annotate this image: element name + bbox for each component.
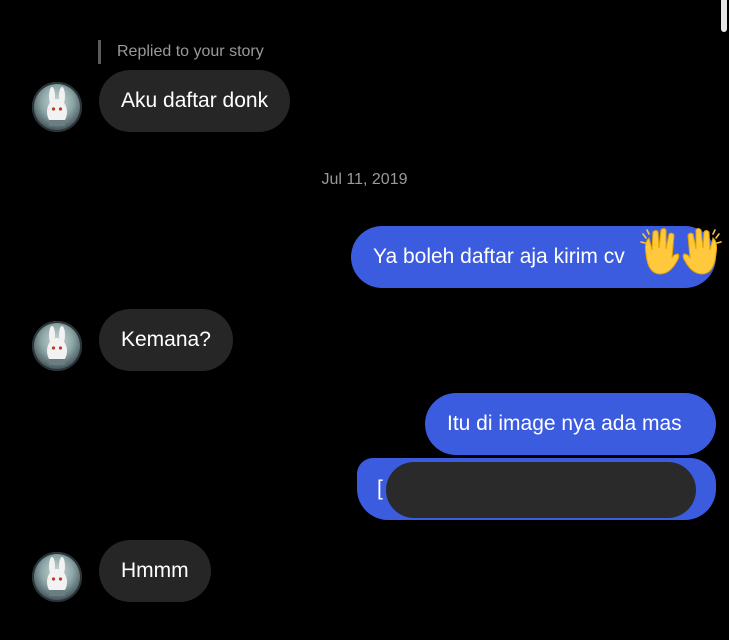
message-text: Itu di image nya ada mas [447,412,682,435]
avatar-image [47,326,67,365]
message-bubble-outgoing[interactable]: Itu di image nya ada mas [425,393,716,455]
scrollbar[interactable] [721,0,727,32]
message-text: Ya boleh daftar aja kirim cv [373,245,625,268]
avatar-image [47,557,67,596]
reply-context-label: Replied to your story [117,43,264,60]
message-text: Hmmm [121,559,189,582]
reply-indicator-bar [98,40,101,64]
avatar-image [47,87,67,126]
message-bubble-incoming[interactable]: Kemana? [99,309,233,371]
contact-avatar-icon[interactable] [32,82,82,132]
message-text: Kemana? [121,328,211,351]
message-text: Aku daftar donk [121,89,269,112]
message-bubble-incoming[interactable]: Hmmm [99,540,211,602]
contact-avatar-icon[interactable] [32,552,82,602]
redaction-overlay [386,462,696,518]
raising-hands-emoji-icon [640,224,722,278]
date-separator: Jul 11, 2019 [321,171,408,188]
redacted-message-prefix: [ [377,477,383,500]
message-bubble-incoming[interactable]: Aku daftar donk [99,70,291,132]
contact-avatar-icon[interactable] [32,321,82,371]
